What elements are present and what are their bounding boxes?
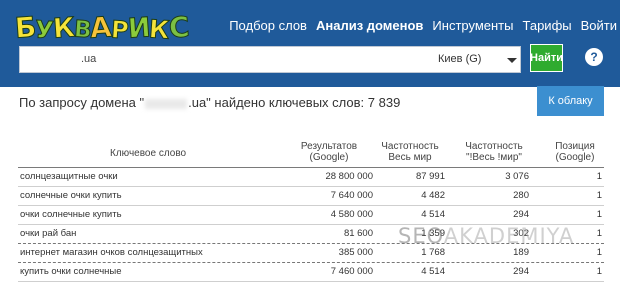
table-row[interactable]: солнцезащитные очки 28 800 000 87 991 3 076… <box>18 168 604 187</box>
cell-position: 1 <box>596 209 602 220</box>
keyword-count: 7 839 <box>367 95 401 110</box>
cell-position: 1 <box>596 228 602 239</box>
cell-frequency-exact: 294 <box>513 209 529 220</box>
nav-tools[interactable]: Инструменты <box>432 18 513 33</box>
logo-letter: С <box>167 10 190 45</box>
table-header: Ключевое слово Результатов (Google) Част… <box>18 141 604 168</box>
cell-position: 1 <box>596 266 602 277</box>
logo-letter: В <box>73 16 92 44</box>
table-row[interactable]: солнечные очки купить 7 640 000 4 482 280 1 <box>18 187 604 206</box>
domain-search-input[interactable] <box>23 50 427 71</box>
nav-pricing[interactable]: Тарифы <box>522 18 571 33</box>
logo-letter: А <box>89 10 113 45</box>
cell-position: 1 <box>596 190 602 201</box>
logo-letter: И <box>126 12 151 45</box>
cell-frequency-worldwide: 4 482 <box>421 190 445 201</box>
cell-frequency-exact: 189 <box>513 247 529 258</box>
cell-keyword: купить очки солнечные <box>20 266 122 277</box>
cell-keyword: солнцезащитные очки <box>20 171 118 182</box>
summary-domain-suffix: .ua" <box>188 95 211 110</box>
logo-letter: У <box>34 15 54 45</box>
cell-results: 81 600 <box>343 228 373 239</box>
table-row[interactable]: интернет магазин очков солнцезащитных 385… <box>18 244 604 263</box>
table-row[interactable]: очки солнечные купить 4 580 000 4 514 294 1 <box>18 206 604 225</box>
blurred-domain <box>145 98 188 109</box>
cell-keyword: интернет магазин очков солнцезащитных <box>20 247 203 258</box>
cell-frequency-exact: 302 <box>513 228 529 239</box>
cell-keyword: солнечные очки купить <box>20 190 122 201</box>
cell-frequency-worldwide: 4 514 <box>421 266 445 277</box>
logo-letter: К <box>148 14 170 45</box>
nav-login[interactable]: Войти <box>581 18 617 33</box>
cell-keyword: очки рай бан <box>20 228 77 239</box>
region-select[interactable]: Киев (G) <box>433 47 521 72</box>
logo-letter: К <box>51 12 75 45</box>
header-frequency-exact[interactable]: Частотность "!Весь !мир" <box>454 141 534 163</box>
cell-frequency-worldwide: 1 768 <box>421 247 445 258</box>
result-summary: По запросу домена " .ua" найдено ключевых… <box>19 95 400 110</box>
nav-keyword-selection[interactable]: Подбор слов <box>229 18 307 33</box>
cell-keyword: очки солнечные купить <box>20 209 122 220</box>
search-box: .ua Киев (G) <box>19 46 521 73</box>
logo-letter: Б <box>13 10 37 45</box>
logo-letter: Р <box>110 15 130 45</box>
cell-frequency-worldwide: 1 359 <box>421 228 445 239</box>
summary-middle: найдено ключевых слов: <box>210 95 368 110</box>
cell-frequency-worldwide: 4 514 <box>421 209 445 220</box>
table-row[interactable]: купить очки солнечные 7 460 000 4 514 294 1 <box>18 263 604 282</box>
header-frequency-worldwide[interactable]: Частотность Весь мир <box>375 141 445 163</box>
cell-frequency-exact: 294 <box>513 266 529 277</box>
region-select-value: Киев (G) <box>438 53 482 65</box>
keywords-table: Ключевое слово Результатов (Google) Част… <box>18 141 604 282</box>
help-icon[interactable]: ? <box>585 48 603 66</box>
bukvarix-logo[interactable]: БУКВАРИКС <box>13 8 190 45</box>
cell-results: 385 000 <box>338 247 373 258</box>
cell-frequency-exact: 3 076 <box>505 171 529 182</box>
nav-domain-analysis[interactable]: Анализ доменов <box>316 18 423 33</box>
main-nav: Подбор слов Анализ доменов Инструменты Тари… <box>229 18 620 33</box>
cell-frequency-exact: 280 <box>513 190 529 201</box>
cell-position: 1 <box>596 171 602 182</box>
cell-results: 7 640 000 <box>330 190 373 201</box>
to-cloud-button[interactable]: К облаку <box>537 86 604 116</box>
cell-frequency-worldwide: 87 991 <box>415 171 445 182</box>
cell-results: 28 800 000 <box>325 171 373 182</box>
cell-position: 1 <box>596 247 602 258</box>
summary-prefix: По запросу домена " <box>19 95 145 110</box>
cell-results: 4 580 000 <box>330 209 373 220</box>
table-row[interactable]: очки рай бан 81 600 1 359 302 1 <box>18 225 604 244</box>
find-button[interactable]: Найти <box>530 44 563 72</box>
chevron-down-icon <box>507 58 517 63</box>
header-keyword[interactable]: Ключевое слово <box>110 148 186 159</box>
top-bar: БУКВАРИКС Подбор слов Анализ доменов Инстр… <box>0 0 620 87</box>
header-position[interactable]: Позиция (Google) <box>546 141 604 163</box>
header-results[interactable]: Результатов (Google) <box>294 141 364 163</box>
table-body: солнцезащитные очки 28 800 000 87 991 3 076… <box>18 168 604 282</box>
cell-results: 7 460 000 <box>330 266 373 277</box>
